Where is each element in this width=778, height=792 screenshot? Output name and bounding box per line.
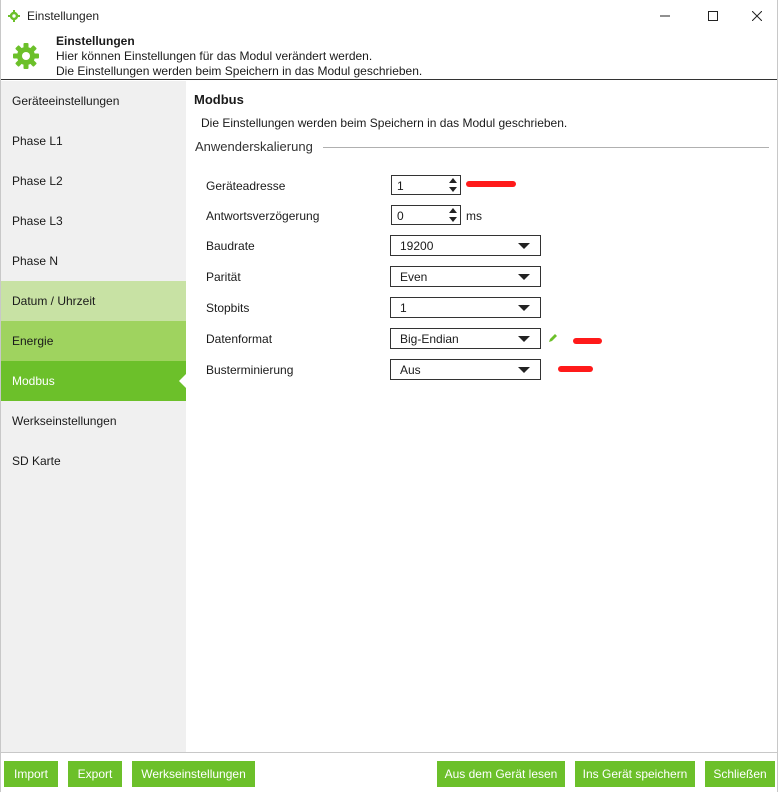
factory-settings-button[interactable]: Werkseinstellungen [132, 761, 255, 787]
sidebar-item-geraeteeinstellungen[interactable]: Geräteeinstellungen [1, 81, 186, 121]
baudrate-select[interactable]: 19200 [390, 235, 541, 256]
sidebar-item-phase-l3[interactable]: Phase L3 [1, 201, 186, 241]
stopbits-select[interactable]: 1 [390, 297, 541, 318]
termination-label: Busterminierung [206, 363, 294, 377]
parity-label: Parität [206, 270, 241, 284]
minimize-icon [660, 15, 670, 17]
baudrate-value: 19200 [400, 239, 434, 253]
redaction-mark [558, 366, 593, 372]
header-title: Einstellungen [56, 34, 135, 48]
group-label: Anwenderskalierung [195, 139, 313, 154]
sidebar-item-sd-karte[interactable]: SD Karte [1, 441, 186, 481]
sidebar-item-datum-uhrzeit[interactable]: Datum / Uhrzeit [1, 281, 186, 321]
sidebar-item-werkseinstellungen[interactable]: Werkseinstellungen [1, 401, 186, 441]
chevron-down-icon [518, 243, 530, 249]
chevron-down-icon [518, 274, 530, 280]
delay-spinbox[interactable]: 0 [391, 205, 461, 225]
chevron-down-icon [518, 336, 530, 342]
window-title: Einstellungen [27, 9, 100, 23]
header: Einstellungen Hier können Einstellungen … [1, 32, 777, 80]
redaction-mark [573, 338, 602, 344]
sidebar-item-modbus[interactable]: Modbus [1, 361, 186, 401]
sidebar: Geräteeinstellungen Phase L1 Phase L2 Ph… [1, 81, 186, 752]
chevron-down-icon [518, 367, 530, 373]
sidebar-item-label: Phase L2 [12, 174, 63, 188]
close-button[interactable]: Schließen [705, 761, 775, 787]
termination-select[interactable]: Aus [390, 359, 541, 380]
address-spinbox[interactable]: 1 [391, 175, 461, 195]
sidebar-item-label: SD Karte [12, 454, 61, 468]
spin-up-icon[interactable] [449, 208, 457, 213]
dataformat-select[interactable]: Big-Endian [390, 328, 541, 349]
export-button[interactable]: Export [68, 761, 122, 787]
gear-icon [13, 43, 39, 69]
selected-indicator [179, 374, 186, 388]
address-label: Geräteadresse [206, 179, 286, 193]
import-button[interactable]: Import [4, 761, 58, 787]
title-bar: Einstellungen [1, 0, 777, 32]
parity-select[interactable]: Even [390, 266, 541, 287]
sidebar-item-label: Werkseinstellungen [12, 414, 117, 428]
spin-down-icon[interactable] [449, 187, 457, 192]
footer-toolbar: Import Export Werkseinstellungen Aus dem… [1, 752, 777, 792]
settings-window: Einstellungen Einstellungen Hier können … [0, 0, 778, 792]
chevron-down-icon [518, 305, 530, 311]
maximize-icon [708, 11, 718, 21]
header-description-2: Die Einstellungen werden beim Speichern … [56, 64, 423, 78]
termination-value: Aus [400, 363, 421, 377]
stopbits-label: Stopbits [206, 301, 250, 315]
spin-down-icon[interactable] [449, 217, 457, 222]
delay-unit: ms [466, 209, 482, 223]
content-panel: Modbus Die Einstellungen werden beim Spe… [186, 81, 777, 752]
minimize-button[interactable] [643, 0, 687, 32]
gear-icon [8, 10, 20, 22]
spin-up-icon[interactable] [449, 178, 457, 183]
page-title: Modbus [194, 92, 244, 107]
sidebar-item-label: Phase L1 [12, 134, 63, 148]
read-from-device-button[interactable]: Aus dem Gerät lesen [437, 761, 565, 787]
sidebar-item-phase-l2[interactable]: Phase L2 [1, 161, 186, 201]
save-to-device-button[interactable]: Ins Gerät speichern [575, 761, 695, 787]
page-description: Die Einstellungen werden beim Speichern … [201, 116, 568, 130]
redaction-mark [466, 181, 516, 187]
sidebar-item-label: Phase L3 [12, 214, 63, 228]
sidebar-item-label: Modbus [12, 374, 55, 388]
sidebar-item-phase-l1[interactable]: Phase L1 [1, 121, 186, 161]
sidebar-item-label: Datum / Uhrzeit [12, 294, 96, 308]
delay-label: Antwortsverzögerung [206, 209, 320, 223]
stopbits-value: 1 [400, 301, 407, 315]
delay-value: 0 [397, 209, 404, 223]
pencil-icon [549, 334, 557, 342]
sidebar-item-label: Energie [12, 334, 54, 348]
sidebar-item-phase-n[interactable]: Phase N [1, 241, 186, 281]
close-icon [752, 11, 762, 21]
sidebar-item-label: Geräteeinstellungen [12, 94, 120, 108]
baudrate-label: Baudrate [206, 239, 255, 253]
dataformat-label: Datenformat [206, 332, 273, 346]
sidebar-item-energie[interactable]: Energie [1, 321, 186, 361]
header-description-1: Hier können Einstellungen für das Modul … [56, 49, 373, 63]
dataformat-value: Big-Endian [400, 332, 459, 346]
parity-value: Even [400, 270, 428, 284]
maximize-button[interactable] [691, 0, 735, 32]
close-window-button[interactable] [735, 0, 778, 32]
sidebar-item-label: Phase N [12, 254, 59, 268]
group-divider [323, 147, 769, 148]
address-value: 1 [397, 179, 404, 193]
